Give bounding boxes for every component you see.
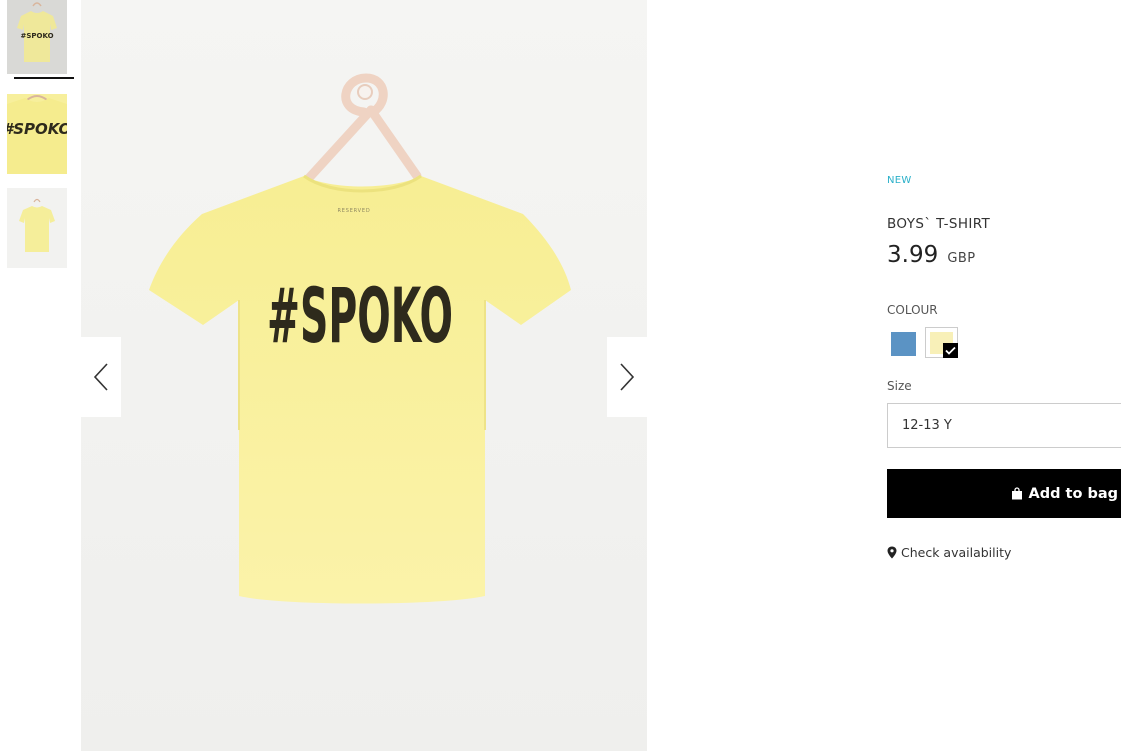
chevron-right-icon	[620, 363, 635, 391]
chevron-left-icon	[93, 363, 108, 391]
map-pin-icon	[887, 546, 897, 559]
tshirt-closeup-image: #SPOKO	[7, 95, 67, 174]
svg-text:#SPOKO: #SPOKO	[7, 120, 67, 138]
size-label: Size	[887, 379, 912, 393]
colour-swatch-yellow[interactable]	[925, 327, 958, 358]
svg-text:#SPOKO: #SPOKO	[20, 32, 53, 40]
product-title: BOYS` T-SHIRT	[887, 216, 991, 232]
add-to-bag-label: Add to bag	[1028, 485, 1118, 502]
thumbnail-active-indicator	[14, 77, 74, 79]
next-image-button[interactable]	[607, 337, 647, 417]
tshirt-back-image	[19, 198, 55, 252]
neck-label-text: RESERVED	[338, 208, 371, 214]
tshirt-image: RESERVED #SPOKO	[81, 0, 647, 751]
add-to-bag-button[interactable]: Add to bag	[887, 469, 1121, 518]
checkmark-icon	[943, 343, 958, 358]
size-select[interactable]: 12-13 Y	[887, 403, 1121, 448]
check-availability-link[interactable]: Check availability	[887, 545, 1011, 560]
colour-swatch-blue[interactable]	[891, 332, 916, 356]
thumbnail-back[interactable]	[7, 188, 67, 268]
main-product-image: RESERVED #SPOKO	[81, 0, 647, 751]
previous-image-button[interactable]	[81, 337, 121, 417]
shopping-bag-icon	[1011, 487, 1023, 500]
price-currency: GBP	[947, 251, 976, 266]
check-availability-label: Check availability	[901, 545, 1012, 560]
new-badge: NEW	[887, 175, 912, 186]
tshirt-thumb-image: #SPOKO	[17, 2, 57, 62]
colour-label: COLOUR	[887, 303, 938, 317]
shirt-print-text: #SPOKO	[267, 271, 453, 360]
thumbnail-closeup[interactable]: #SPOKO	[7, 94, 67, 174]
price-amount: 3.99	[887, 242, 939, 268]
product-price: 3.99 GBP	[887, 242, 976, 268]
thumbnail-front[interactable]: #SPOKO	[7, 0, 67, 74]
